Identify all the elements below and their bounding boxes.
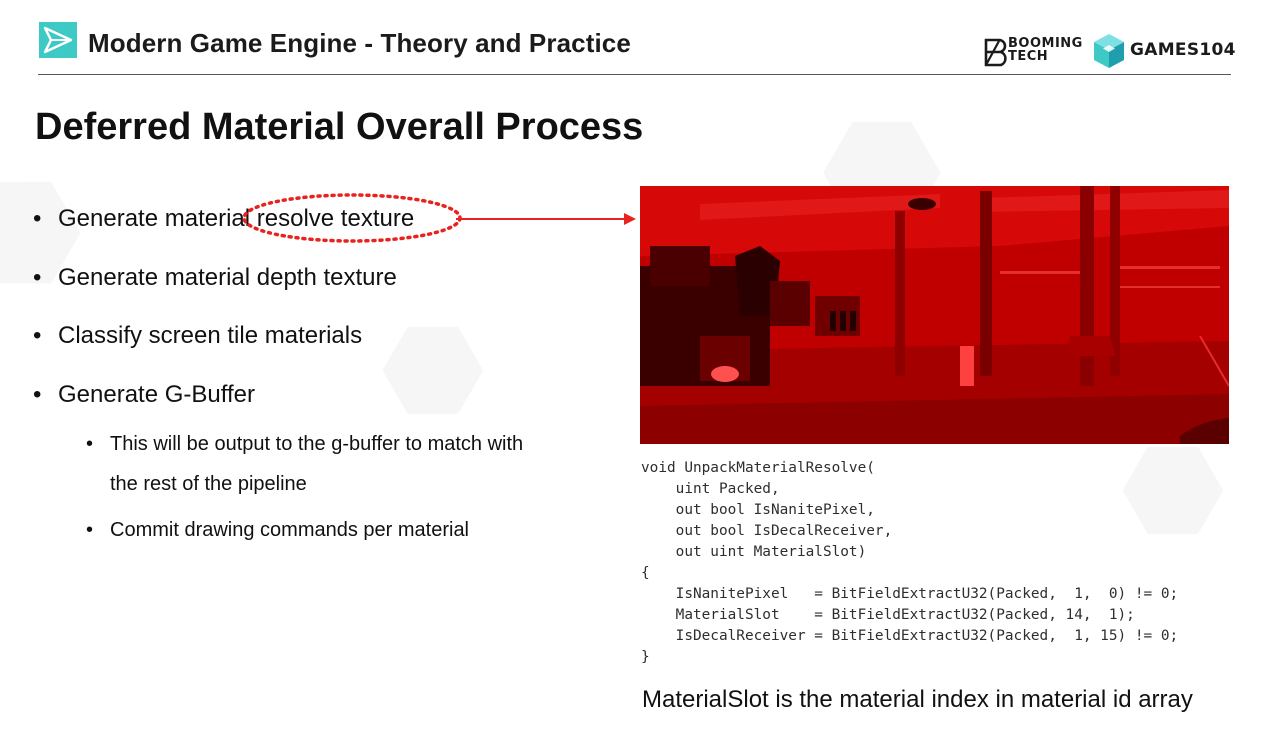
code-line: out bool IsDecalReceiver, <box>641 523 893 539</box>
material-resolve-render-image <box>640 186 1229 444</box>
bullet-dot: • <box>33 205 42 232</box>
header-title: Modern Game Engine - Theory and Practice <box>88 28 631 58</box>
bullet-dot: • <box>33 322 42 349</box>
code-line: IsNanitePixel = BitFieldExtractU32(Packe… <box>641 586 1179 602</box>
bullet-text: Generate G-Buffer <box>58 381 255 408</box>
highlight-ellipse <box>242 193 462 243</box>
sub-bullet-text-line1: Commit drawing commands per material <box>110 519 470 541</box>
slide-title: Deferred Material Overall Process <box>35 106 644 148</box>
sub-bullet-text-line2: the rest of the pipeline <box>110 473 307 495</box>
code-line: } <box>641 649 650 665</box>
code-line: MaterialSlot = BitFieldExtractU32(Packed… <box>641 607 1135 623</box>
course-logo-icon <box>39 22 77 58</box>
bullet-dot: • <box>86 433 94 455</box>
bullet-dot: • <box>33 264 42 291</box>
code-line: IsDecalReceiver = BitFieldExtractU32(Pac… <box>641 628 1179 644</box>
booming-tech-wordmark: BOOMING TECH <box>1008 37 1083 63</box>
code-line: uint Packed, <box>641 481 780 497</box>
bullet-dot: • <box>33 381 42 408</box>
sub-bullet-text-line1: This will be output to the g-buffer to m… <box>110 433 524 455</box>
annotation-arrow <box>456 213 636 225</box>
code-block: void UnpackMaterialResolve( uint Packed,… <box>641 458 1178 668</box>
watermark-shape: ⬢ <box>352 283 512 456</box>
code-line: void UnpackMaterialResolve( <box>641 460 875 476</box>
code-line: out bool IsNanitePixel, <box>641 502 875 518</box>
code-line: { <box>641 565 650 581</box>
figure-caption: MaterialSlot is the material index in ma… <box>642 686 1193 713</box>
bullet-text: Generate material depth texture <box>58 264 397 291</box>
code-line: out uint MaterialSlot) <box>641 544 867 560</box>
booming-tech-logo-icon <box>984 38 1007 67</box>
bullet-dot: • <box>86 519 94 541</box>
games104-wordmark: GAMES104 <box>1130 40 1236 60</box>
bullet-text: Classify screen tile materials <box>58 322 363 349</box>
header-divider <box>38 74 1231 75</box>
games104-cube-icon <box>1094 34 1124 68</box>
booming-line2: TECH <box>1008 49 1049 64</box>
